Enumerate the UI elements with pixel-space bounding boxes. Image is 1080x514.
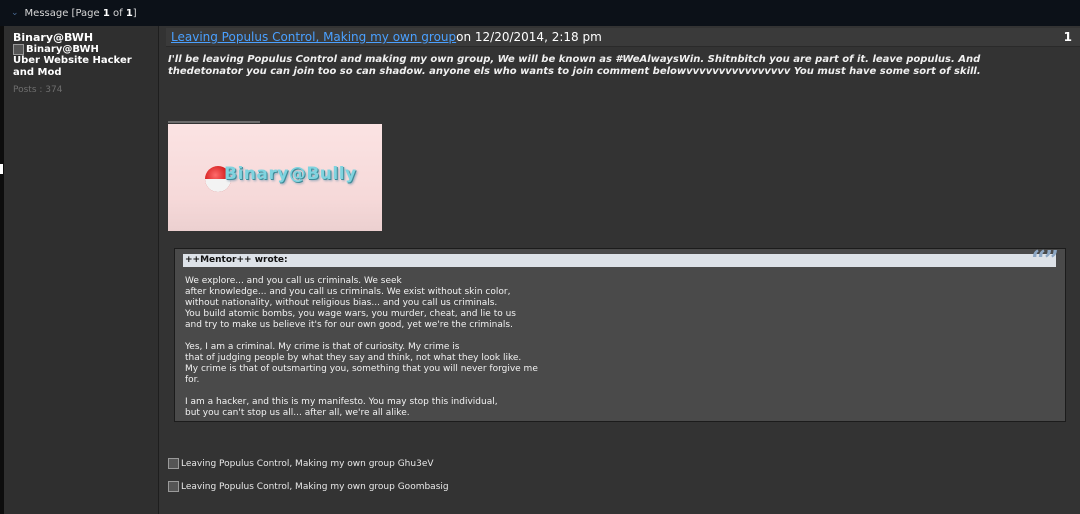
broken-image-icon [168, 458, 179, 469]
post-body: I'll be leaving Populus Control and maki… [168, 54, 981, 77]
author-rank: Uber Website Hacker and Mod [13, 55, 132, 78]
post-content: Leaving Populus Control, Making my own g… [159, 26, 1080, 514]
quote-text: We explore... and you call us criminals.… [185, 276, 538, 418]
attachment-alt-text: Leaving Populus Control, Making my own g… [181, 481, 449, 492]
attachment-alt-text: Leaving Populus Control, Making my own g… [181, 458, 434, 469]
broken-image-icon [168, 481, 179, 492]
edge-marker [0, 164, 3, 174]
post-number[interactable]: 1 [1064, 30, 1072, 44]
avatar: Binary@BWH [13, 44, 99, 55]
image-divider [168, 121, 260, 123]
message-page-bar: ⌄ Message [Page 1 of 1] [0, 0, 1080, 27]
quote-header: ++Mentor++ wrote: [183, 254, 1056, 267]
quote-author: ++Mentor++ wrote: [185, 255, 288, 265]
attachment-image-2: Leaving Populus Control, Making my own g… [168, 481, 449, 492]
broken-image-icon [13, 44, 24, 55]
attachment-image-1: Leaving Populus Control, Making my own g… [168, 458, 434, 469]
post-header: Leaving Populus Control, Making my own g… [166, 28, 1080, 47]
post-date: on 12/20/2014, 2:18 pm [456, 30, 602, 44]
quote-mark-icon: “” [1031, 246, 1059, 276]
avatar-alt-text: Binary@BWH [26, 44, 99, 55]
signature-image: Binary@Bully [168, 124, 382, 231]
author-panel: Binary@BWH Binary@BWH Uber Website Hacke… [4, 26, 159, 514]
page-indicator: Message [Page 1 of 1] [24, 7, 137, 19]
post-title-link[interactable]: Leaving Populus Control, Making my own g… [171, 30, 456, 44]
chevron-down-icon[interactable]: ⌄ [11, 8, 19, 18]
quote-box: ++Mentor++ wrote: “” We explore... and y… [174, 248, 1066, 422]
signature-text: Binary@Bully [224, 164, 357, 184]
author-name[interactable]: Binary@BWH [13, 31, 93, 44]
post-count: Posts : 374 [13, 85, 63, 95]
